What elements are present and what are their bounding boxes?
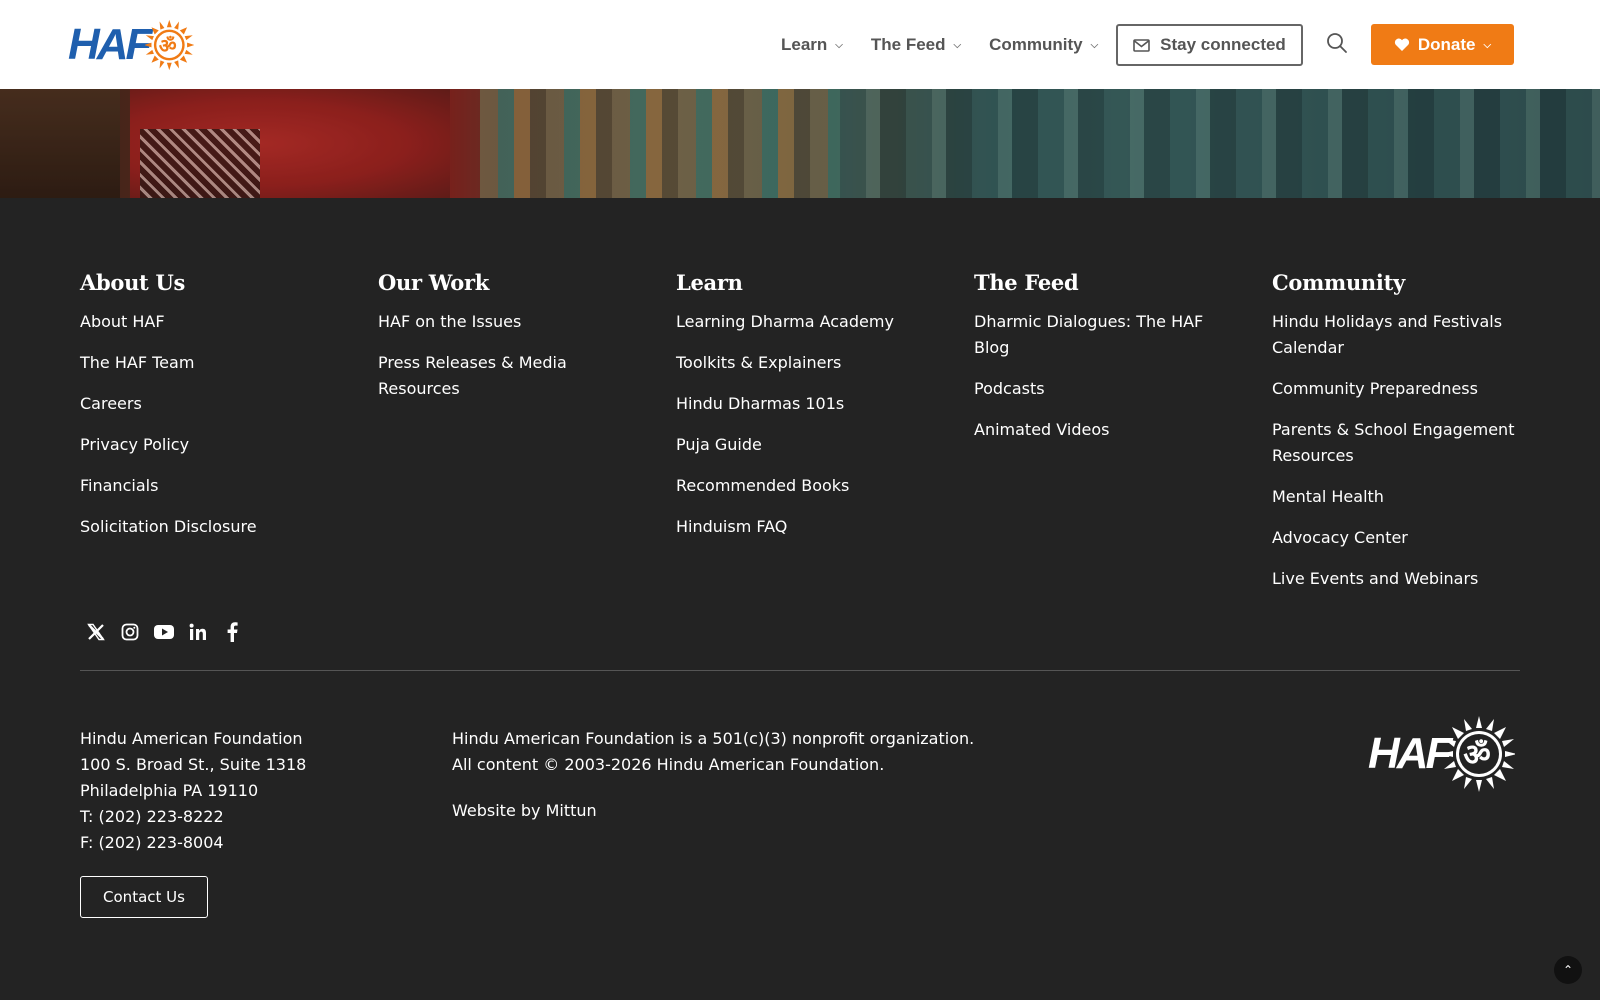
svg-text:ॐ: ॐ [1464, 738, 1491, 773]
footer-link[interactable]: The HAF Team [80, 353, 194, 372]
stay-connected-label: Stay connected [1160, 35, 1286, 54]
footer-column-title: About Us [80, 270, 185, 295]
address-street: 100 S. Broad St., Suite 1318 [80, 755, 307, 774]
legal-nonprofit: Hindu American Foundation is a 501(c)(3)… [452, 729, 975, 748]
social-links [84, 620, 244, 644]
footer-link[interactable]: Dharmic Dialogues: The HAF Blog [974, 312, 1203, 357]
chevron-up-icon: ⌃ [1562, 963, 1574, 977]
heart-icon [1394, 38, 1409, 51]
footer-column-title: The Feed [974, 270, 1079, 295]
main-nav: Learn ⌵ The Feed ⌵ Community ⌵ [781, 0, 1098, 89]
site-footer: About Us About HAF The HAF Team Careers … [0, 198, 1600, 1000]
donate-label: Donate [1417, 34, 1476, 54]
footer-link[interactable]: Live Events and Webinars [1272, 569, 1478, 588]
footer-logo-wordmark: HAF [1368, 729, 1452, 778]
hero-image [0, 89, 1600, 198]
footer-link[interactable]: HAF on the Issues [378, 312, 521, 331]
footer-link[interactable]: Solicitation Disclosure [80, 517, 257, 536]
footer-legal: Hindu American Foundation is a 501(c)(3)… [452, 726, 974, 824]
footer-link[interactable]: Hindu Dharmas 101s [676, 394, 844, 413]
footer-address: Hindu American Foundation 100 S. Broad S… [80, 726, 306, 856]
youtube-icon[interactable] [152, 620, 176, 644]
footer-column-title: Community [1272, 270, 1405, 295]
website-credit: Website by Mittun [452, 798, 974, 824]
address-phone[interactable]: T: (202) 223-8222 [80, 804, 306, 830]
logo-wordmark: HAF [68, 20, 152, 69]
nav-learn-label: Learn [781, 34, 828, 54]
footer-column-community: Community Hindu Holidays and Festivals C… [1272, 270, 1532, 607]
footer-link[interactable]: Advocacy Center [1272, 528, 1408, 547]
footer-link[interactable]: Recommended Books [676, 476, 849, 495]
footer-column-our-work: Our Work HAF on the Issues Press Release… [378, 270, 638, 417]
footer-column-title: Our Work [378, 270, 490, 295]
legal-copyright: All content © 2003-2026 Hindu American F… [452, 755, 885, 774]
footer-link[interactable]: Learning Dharma Academy [676, 312, 894, 331]
nav-community-label: Community [989, 34, 1083, 54]
footer-link[interactable]: Puja Guide [676, 435, 762, 454]
address-city: Philadelphia PA 19110 [80, 781, 259, 800]
website-credit-prefix: Website by [452, 801, 541, 820]
nav-the-feed-label: The Feed [870, 34, 946, 54]
footer-link[interactable]: Toolkits & Explainers [676, 353, 841, 372]
linkedin-icon[interactable] [186, 620, 210, 644]
address-org: Hindu American Foundation [80, 729, 303, 748]
svg-text:ॐ: ॐ [159, 34, 177, 57]
donate-button[interactable]: Donate ⌵ [1371, 24, 1514, 65]
chevron-down-icon: ⌵ [1090, 40, 1099, 51]
footer-link[interactable]: Community Preparedness [1272, 379, 1478, 398]
instagram-icon[interactable] [118, 620, 142, 644]
footer-link[interactable]: Podcasts [974, 379, 1045, 398]
search-button[interactable] [1326, 32, 1350, 56]
chevron-down-icon: ⌵ [1483, 40, 1492, 51]
footer-column-about-us: About Us About HAF The HAF Team Careers … [80, 270, 340, 555]
footer-column-title: Learn [676, 270, 743, 295]
x-icon[interactable] [84, 620, 108, 644]
footer-link[interactable]: Privacy Policy [80, 435, 189, 454]
footer-link[interactable]: Animated Videos [974, 420, 1109, 439]
footer-link[interactable]: Financials [80, 476, 158, 495]
address-fax: F: (202) 223-8004 [80, 833, 224, 852]
search-icon [1327, 33, 1347, 53]
website-credit-link[interactable]: Mittun [546, 801, 597, 820]
footer-column-learn: Learn Learning Dharma Academy Toolkits &… [676, 270, 936, 555]
footer-haf-logo[interactable]: HAF ॐ [1368, 712, 1520, 796]
footer-link[interactable]: Mental Health [1272, 487, 1384, 506]
nav-the-feed[interactable]: The Feed ⌵ [871, 35, 961, 55]
facebook-icon[interactable] [220, 620, 244, 644]
haf-logo[interactable]: HAF ॐ [68, 10, 194, 80]
back-to-top-button[interactable]: ⌃ [1554, 956, 1582, 984]
contact-us-button[interactable]: Contact Us [80, 876, 208, 918]
footer-divider [80, 670, 1520, 671]
footer-link[interactable]: About HAF [80, 312, 165, 331]
stay-connected-button[interactable]: Stay connected [1116, 24, 1303, 66]
site-header: HAF ॐ Learn ⌵ The Feed ⌵ Community ⌵ Sta… [0, 0, 1600, 89]
chevron-down-icon: ⌵ [835, 40, 843, 51]
chevron-down-icon: ⌵ [953, 40, 962, 51]
envelope-icon [1133, 38, 1150, 52]
om-sun-icon: ॐ [145, 19, 194, 71]
footer-link[interactable]: Press Releases & Media Resources [378, 353, 567, 398]
footer-link[interactable]: Hindu Holidays and Festivals Calendar [1272, 312, 1502, 357]
nav-learn[interactable]: Learn ⌵ [781, 35, 843, 55]
footer-column-the-feed: The Feed Dharmic Dialogues: The HAF Blog… [974, 270, 1234, 458]
nav-community[interactable]: Community ⌵ [989, 35, 1098, 55]
footer-link[interactable]: Hinduism FAQ [676, 517, 787, 536]
om-sun-icon: ॐ [1443, 716, 1516, 792]
footer-link[interactable]: Parents & School Engagement Resources [1272, 420, 1514, 465]
footer-link[interactable]: Careers [80, 394, 142, 413]
